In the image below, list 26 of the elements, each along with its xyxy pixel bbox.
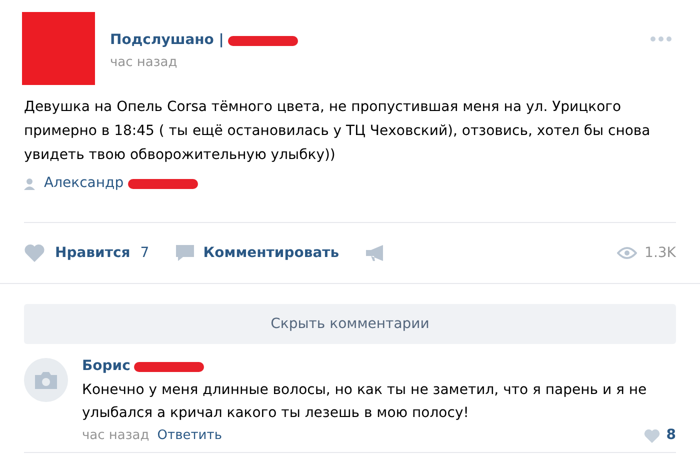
redaction-mark: [128, 178, 198, 188]
camera-icon: [35, 372, 57, 388]
comment-like-button[interactable]: 8: [644, 425, 676, 446]
more-icon[interactable]: [650, 36, 672, 42]
redaction-mark: [228, 36, 298, 46]
post-text: Девушка на Опель Corsa тёмного цвета, не пропустившая меня на ул. Урицкого примерно в 18:45 ( ты ещё остановилась у ТЦ Чеховский), отзовись, хотел бы снова увидеть твою обворожительную улыбку)): [24, 98, 652, 165]
heart-icon: [644, 428, 660, 442]
comment-avatar[interactable]: [24, 358, 68, 402]
signer-name[interactable]: Александр: [44, 173, 124, 194]
reply-link[interactable]: Ответить: [157, 426, 222, 446]
author-name[interactable]: Подслушано |: [110, 30, 224, 51]
comment-author[interactable]: Борис: [82, 356, 130, 377]
view-count: 1.3K: [644, 244, 676, 262]
megaphone-icon[interactable]: [365, 244, 386, 262]
post-time: час назад: [110, 54, 178, 72]
comment-text: Конечно у меня длинные волосы, но как ты не заметил, что я парень и я не улыбался а кричал какого ты лезешь в мою полосу!: [82, 381, 648, 423]
comment-icon: [175, 244, 196, 262]
redaction-mark: [134, 362, 204, 372]
comment-button[interactable]: Комментировать: [175, 242, 340, 264]
hide-comments-button[interactable]: Скрыть комментарии: [24, 304, 676, 344]
person-icon: [24, 178, 35, 190]
like-button[interactable]: Нравится 7: [24, 242, 150, 264]
comment-time: час назад: [82, 426, 150, 445]
heart-icon: [24, 244, 45, 262]
avatar[interactable]: [22, 12, 95, 85]
eye-icon: [616, 247, 637, 259]
